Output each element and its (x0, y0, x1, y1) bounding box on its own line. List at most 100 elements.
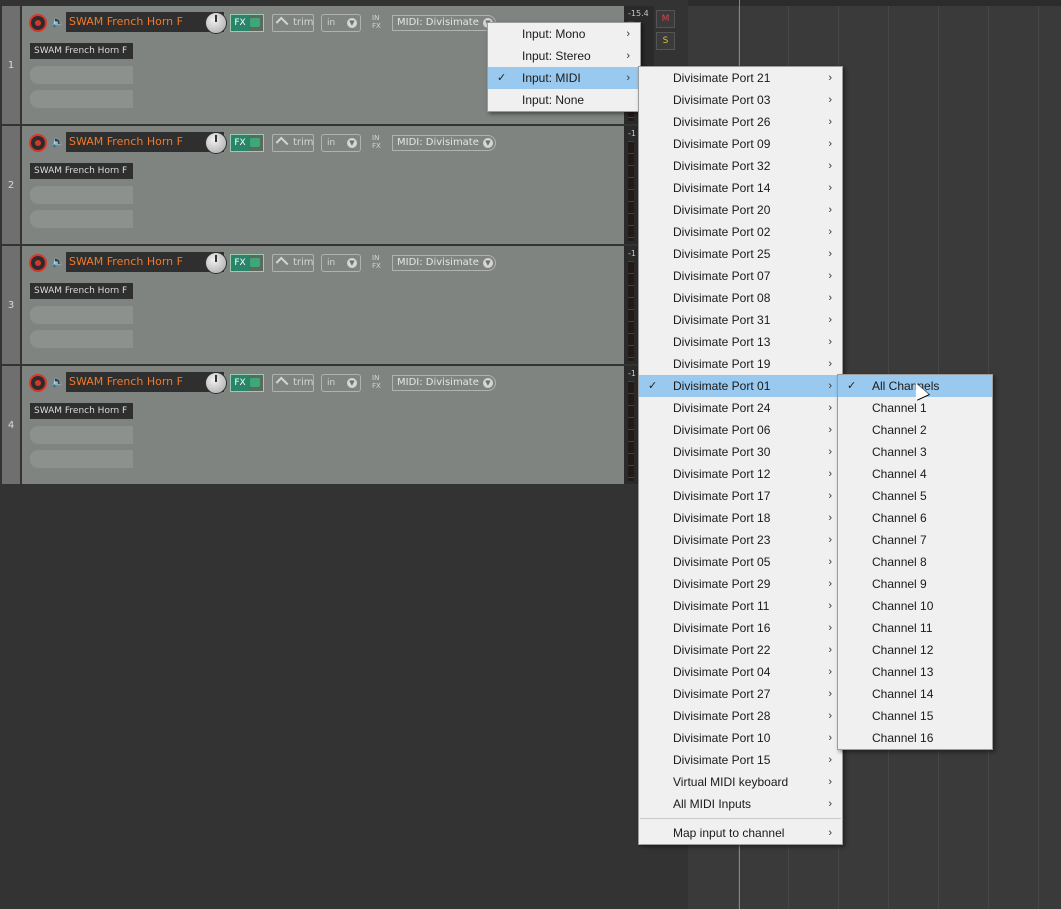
fx-button[interactable]: FX (230, 374, 264, 392)
midi-menu-item[interactable]: Divisimate Port 14 › (639, 177, 842, 199)
envelope-slot[interactable] (30, 90, 133, 108)
channel-menu-item[interactable]: Channel 5 (838, 485, 992, 507)
midi-menu-item[interactable]: Divisimate Port 10 › (639, 727, 842, 749)
fx-button[interactable]: FX (230, 14, 264, 32)
fx-power-icon[interactable] (250, 138, 260, 147)
midi-menu-item[interactable]: Divisimate Port 30 › (639, 441, 842, 463)
volume-knob[interactable] (205, 372, 227, 394)
input-monitor-button[interactable]: in ▼ (321, 134, 361, 152)
input-label[interactable]: MIDI: Divisimate▼ (392, 255, 496, 271)
envelope-slot[interactable] (30, 330, 133, 348)
input-menu-item[interactable]: Input: Mono › (488, 23, 640, 45)
track-name[interactable]: SWAM French Horn F (66, 12, 224, 32)
volume-knob[interactable] (205, 252, 227, 274)
track-name[interactable]: SWAM French Horn F (66, 372, 224, 392)
track-name[interactable]: SWAM French Horn F (66, 132, 224, 152)
midi-menu-item[interactable]: Divisimate Port 20 › (639, 199, 842, 221)
midi-menu-item[interactable]: Divisimate Port 23 › (639, 529, 842, 551)
midi-menu-item[interactable]: Divisimate Port 31 › (639, 309, 842, 331)
midi-menu-item[interactable]: Divisimate Port 08 › (639, 287, 842, 309)
envelope-slot[interactable] (30, 210, 133, 228)
trim-button[interactable]: trim (272, 374, 314, 392)
record-arm-button[interactable] (29, 14, 47, 32)
track-panel[interactable]: 🔈 SWAM French Horn F FX trim in ▼ IN FX MIDI: Di… (22, 366, 624, 484)
midi-menu-item[interactable]: Divisimate Port 11 › (639, 595, 842, 617)
channel-menu-item[interactable]: Channel 6 (838, 507, 992, 529)
fx-power-icon[interactable] (250, 258, 260, 267)
input-menu-item[interactable]: Input: None (488, 89, 640, 111)
midi-menu-item[interactable]: All MIDI Inputs › (639, 793, 842, 815)
map-input-to-channel-item[interactable]: Map input to channel › (639, 822, 842, 844)
mute-button[interactable]: M (656, 10, 675, 28)
solo-button[interactable]: S (656, 32, 675, 50)
volume-knob[interactable] (205, 132, 227, 154)
input-monitor-button[interactable]: in ▼ (321, 374, 361, 392)
in-fx-icon[interactable]: IN FX (372, 254, 381, 270)
track[interactable]: 4 🔈 SWAM French Horn F FX trim in ▼ IN FX MIDI: D… (2, 366, 654, 484)
midi-menu-item[interactable]: Divisimate Port 02 › (639, 221, 842, 243)
track-panel[interactable]: 🔈 SWAM French Horn F FX trim in ▼ IN FX MIDI: Di… (22, 246, 624, 364)
speaker-icon[interactable]: 🔈 (51, 375, 65, 388)
trim-button[interactable]: trim (272, 14, 314, 32)
midi-menu-item[interactable]: Divisimate Port 28 › (639, 705, 842, 727)
midi-menu-item[interactable]: Divisimate Port 07 › (639, 265, 842, 287)
timeline-ruler[interactable] (688, 0, 1061, 6)
input-monitor-button[interactable]: in ▼ (321, 14, 361, 32)
record-arm-button[interactable] (29, 374, 47, 392)
envelope-slot[interactable] (30, 450, 133, 468)
midi-menu-item[interactable]: Divisimate Port 13 › (639, 331, 842, 353)
record-arm-button[interactable] (29, 254, 47, 272)
midi-menu-item[interactable]: Divisimate Port 27 › (639, 683, 842, 705)
midi-menu-item[interactable]: Divisimate Port 32 › (639, 155, 842, 177)
media-item-name[interactable]: SWAM French Horn F (30, 43, 133, 59)
track[interactable]: 2 🔈 SWAM French Horn F FX trim in ▼ IN FX MIDI: D… (2, 126, 654, 244)
channel-menu-item[interactable]: Channel 1 (838, 397, 992, 419)
speaker-icon[interactable]: 🔈 (51, 15, 65, 28)
envelope-slot[interactable] (30, 186, 133, 204)
input-label[interactable]: MIDI: Divisimate▼ (392, 135, 496, 151)
trim-button[interactable]: trim (272, 134, 314, 152)
midi-menu-item[interactable]: Divisimate Port 19 › (639, 353, 842, 375)
channel-menu-item[interactable]: Channel 10 (838, 595, 992, 617)
channel-menu-item[interactable]: Channel 4 (838, 463, 992, 485)
midi-menu-item[interactable]: Divisimate Port 04 › (639, 661, 842, 683)
midi-menu-item[interactable]: Divisimate Port 18 › (639, 507, 842, 529)
midi-menu-item[interactable]: Divisimate Port 22 › (639, 639, 842, 661)
midi-menu-item[interactable]: Divisimate Port 03 › (639, 89, 842, 111)
trim-button[interactable]: trim (272, 254, 314, 272)
channel-menu-item[interactable]: Channel 2 (838, 419, 992, 441)
envelope-slot[interactable] (30, 66, 133, 84)
channel-menu-item[interactable]: Channel 15 (838, 705, 992, 727)
input-selector[interactable]: INFX MIDI: Divisimate ▼ (368, 254, 497, 272)
midi-menu-item[interactable]: Divisimate Port 15 › (639, 749, 842, 771)
input-label[interactable]: MIDI: Divisimate▼ (392, 15, 496, 31)
input-monitor-button[interactable]: in ▼ (321, 254, 361, 272)
envelope-slot[interactable] (30, 306, 133, 324)
volume-knob[interactable] (205, 12, 227, 34)
track-panel[interactable]: 🔈 SWAM French Horn F FX trim in ▼ IN FX MIDI: Di… (22, 126, 624, 244)
midi-menu-item[interactable]: Divisimate Port 12 › (639, 463, 842, 485)
fx-button[interactable]: FX (230, 254, 264, 272)
media-item-name[interactable]: SWAM French Horn F (30, 403, 133, 419)
midi-menu-item[interactable]: Divisimate Port 16 › (639, 617, 842, 639)
speaker-icon[interactable]: 🔈 (51, 135, 65, 148)
speaker-icon[interactable]: 🔈 (51, 255, 65, 268)
midi-menu-item[interactable]: Divisimate Port 06 › (639, 419, 842, 441)
record-arm-button[interactable] (29, 134, 47, 152)
media-item-name[interactable]: SWAM French Horn F (30, 163, 133, 179)
in-fx-icon[interactable]: IN FX (372, 374, 381, 390)
media-item-name[interactable]: SWAM French Horn F (30, 283, 133, 299)
channel-menu-item[interactable]: Channel 14 (838, 683, 992, 705)
input-selector[interactable]: INFX MIDI: Divisimate ▼ (368, 134, 497, 152)
midi-menu-item[interactable]: ✓ Divisimate Port 01 › (639, 375, 842, 397)
midi-menu-item[interactable]: Divisimate Port 25 › (639, 243, 842, 265)
midi-menu-item[interactable]: Divisimate Port 21 › (639, 67, 842, 89)
input-selector[interactable]: INFX MIDI: Divisimate ▼ (368, 374, 497, 392)
midi-menu-item[interactable]: Divisimate Port 05 › (639, 551, 842, 573)
track-name[interactable]: SWAM French Horn F (66, 252, 224, 272)
midi-menu-item[interactable]: Divisimate Port 09 › (639, 133, 842, 155)
in-fx-icon[interactable]: IN FX (372, 14, 381, 30)
fx-power-icon[interactable] (250, 378, 260, 387)
channel-menu-item[interactable]: Channel 8 (838, 551, 992, 573)
in-fx-icon[interactable]: IN FX (372, 134, 381, 150)
